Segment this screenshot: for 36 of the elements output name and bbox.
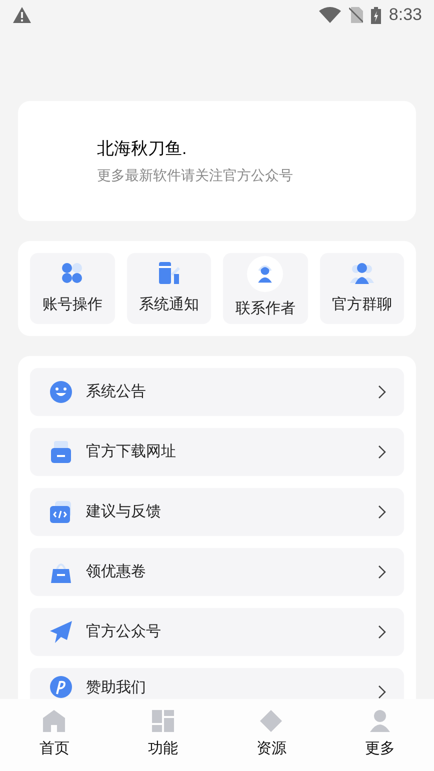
smiley-icon [49,380,73,404]
chevron-right-icon [378,505,386,519]
menu-item[interactable]: 赞助我们 [30,668,404,700]
shortcut-tile[interactable]: 联系作者 [223,253,308,324]
clock-time: 8:33 [388,4,422,26]
paper-plane-icon [49,620,73,644]
printer-icon [49,440,73,464]
shortcut-tile[interactable]: 系统通知 [126,253,211,324]
no-sim-icon [348,7,363,23]
profile-subtitle: 更多最新软件请关注官方公众号 [97,166,294,186]
nav-tab[interactable]: 首页 [0,699,108,771]
warning-icon [12,6,32,24]
chevron-right-icon [378,685,386,699]
person-icon [368,709,392,734]
wifi-icon [318,7,341,23]
menu-item[interactable]: 系统公告 [30,368,404,416]
profile-name: 北海秋刀鱼. [97,138,188,160]
shortcut-tile[interactable]: 账号操作 [30,253,114,324]
menu-item[interactable]: 官方下载网址 [30,428,404,476]
diamond-icon [259,709,284,734]
menu-item[interactable]: 官方公众号 [30,608,404,656]
dashboard-icon [150,709,175,734]
headset-person-icon [247,256,284,292]
battery-icon [370,6,381,24]
nav-tab[interactable]: 更多 [326,699,434,771]
chevron-right-icon [378,385,386,399]
chevron-right-icon [378,565,386,579]
nav-tab[interactable]: 功能 [108,699,217,771]
chevron-right-icon [378,445,386,459]
home-icon [42,709,66,734]
chevron-right-icon [378,625,386,639]
nav-tab[interactable]: 资源 [217,699,326,771]
menu-item[interactable]: 建议与反馈 [30,488,404,536]
code-window-icon [49,500,73,524]
shortcut-tile[interactable]: 官方群聊 [320,253,404,324]
menu-item[interactable]: 领优惠卷 [30,548,404,596]
